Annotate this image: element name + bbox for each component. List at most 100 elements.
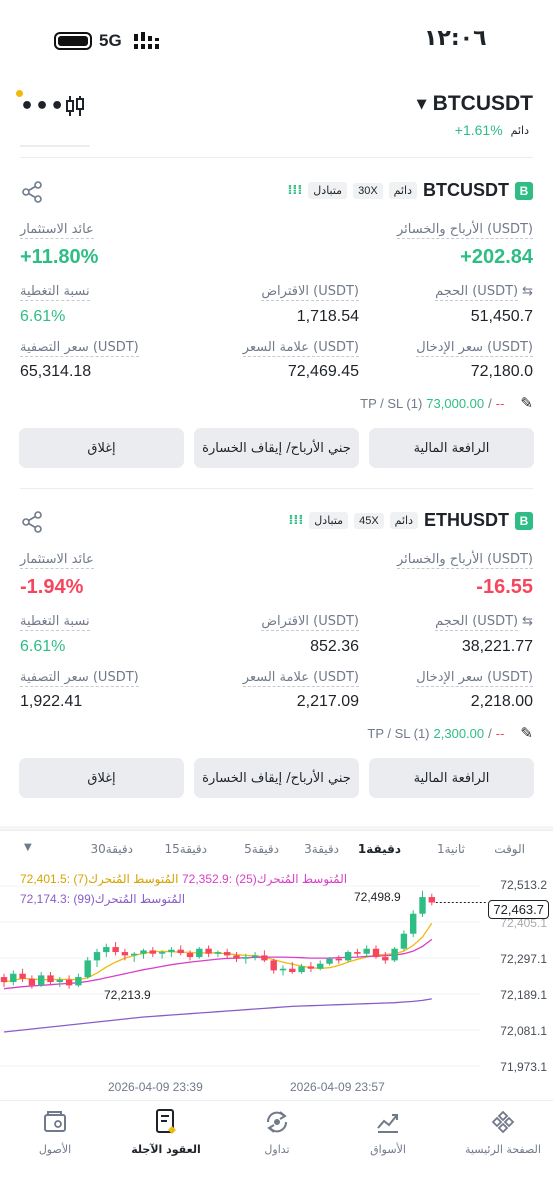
- candle-body: [289, 968, 296, 973]
- perpetual-tag: دائم: [389, 512, 418, 529]
- mark-price-value: 2,217.09: [296, 693, 359, 710]
- exchange-tag: متبادل: [309, 512, 349, 529]
- bars-icon: ⁞⁞⁞: [287, 183, 303, 198]
- candle-body: [391, 948, 398, 961]
- tab-15m[interactable]: 15دقيقة: [165, 842, 208, 856]
- candle-body: [19, 973, 26, 979]
- current-price-tag[interactable]: 72,463.7: [488, 900, 549, 919]
- candlestick-icon[interactable]: [64, 94, 86, 118]
- margin-value: 852.36: [310, 638, 359, 655]
- tab-1s[interactable]: 1ثانية: [437, 842, 465, 856]
- tab-5m[interactable]: 5دقيقة: [244, 842, 279, 856]
- leverage-button[interactable]: الرافعة المالية: [369, 428, 534, 468]
- nav-trade[interactable]: تداول: [227, 1107, 327, 1156]
- share-icon[interactable]: [20, 510, 44, 534]
- symbol-selector[interactable]: ▼ BTCUSDT: [417, 92, 533, 116]
- candle-body: [270, 960, 277, 971]
- margin-ratio-value: 6.61%: [20, 638, 66, 655]
- nav-assets[interactable]: الأصول: [5, 1107, 105, 1156]
- tab-3m[interactable]: 3دقيقة: [304, 842, 339, 856]
- tab-1m[interactable]: 1دقيقة: [358, 842, 401, 856]
- nav-label: الصفحة الرئيسية: [465, 1143, 541, 1156]
- price-chart[interactable]: [0, 866, 553, 1100]
- candle-body: [47, 975, 54, 983]
- high-price-label: 72,498.9: [354, 890, 401, 904]
- roi-value: +11.80%: [20, 246, 99, 268]
- header-type: دائم: [510, 123, 529, 137]
- tpsl-row: TP / SL (1) 73,000.00 / -- ✎: [360, 394, 533, 412]
- candle-body: [279, 968, 287, 971]
- candle-body: [335, 958, 342, 961]
- size-label: الحجم (USDT): [435, 614, 519, 631]
- tpsl-button[interactable]: جني الأرباح/ إيقاف الخسارة: [194, 428, 359, 468]
- candle-body: [317, 963, 324, 969]
- margin-value: 1,718.54: [296, 308, 359, 325]
- candle-body: [251, 955, 259, 958]
- candle-body: [214, 952, 222, 954]
- mark-price-value: 72,469.45: [287, 363, 359, 380]
- status-time: ١٢:٠٦: [424, 26, 487, 51]
- margin-ratio-value: 6.61%: [20, 308, 66, 325]
- candle-body: [84, 960, 91, 978]
- close-button[interactable]: إغلاق: [19, 428, 184, 468]
- nav-label: تداول: [264, 1143, 290, 1156]
- pnl-label: الأرباح والخسائر (USDT): [397, 222, 533, 239]
- tpsl-row: TP / SL (1) 2,300.00 / -- ✎: [367, 724, 533, 742]
- candle-body: [121, 952, 129, 956]
- liq-price-label: سعر التصفية (USDT): [20, 670, 139, 687]
- liq-price-value: 65,314.18: [20, 363, 92, 380]
- nav-markets[interactable]: الأسواق: [338, 1107, 438, 1156]
- leverage-button[interactable]: الرافعة المالية: [369, 758, 534, 798]
- tab-30m[interactable]: 30دقيقة: [91, 842, 134, 856]
- pnl-value: +202.84: [460, 246, 533, 268]
- timeframe-dropdown-icon[interactable]: ▼: [24, 842, 32, 853]
- candle-body: [186, 953, 194, 958]
- margin-ratio-label: نسبة التغطية: [20, 284, 90, 301]
- nav-futures[interactable]: العقود الآجلة: [116, 1107, 216, 1156]
- y-axis-label: 72,297.1: [500, 952, 547, 966]
- candle-body: [93, 952, 101, 961]
- edit-icon[interactable]: ✎: [520, 394, 533, 412]
- edit-icon[interactable]: ✎: [520, 724, 533, 742]
- candle-body: [372, 948, 380, 958]
- chevron-down-icon: ▼: [416, 96, 427, 112]
- tp-value: 73,000.00: [426, 395, 485, 411]
- trade-icon: [266, 1111, 288, 1133]
- candle-body: [298, 966, 305, 973]
- futures-doc-icon: [156, 1109, 176, 1134]
- candle-body: [344, 952, 352, 961]
- candle-body: [65, 979, 73, 986]
- tpsl-button[interactable]: جني الأرباح/ إيقاف الخسارة: [194, 758, 359, 798]
- exchange-tag: متبادل: [308, 182, 348, 199]
- swap-icon[interactable]: ⇆: [522, 614, 533, 631]
- share-icon[interactable]: [20, 180, 44, 204]
- candle-body: [168, 949, 175, 953]
- sl-value: --: [495, 725, 505, 741]
- candle-body: [428, 897, 435, 903]
- liq-price-label: سعر التصفية (USDT): [20, 340, 139, 357]
- candle-body: [28, 978, 36, 986]
- candle-body: [196, 948, 203, 958]
- ma-line-2: [3, 998, 432, 1033]
- y-axis-label: 72,189.1: [500, 988, 547, 1002]
- candle-body: [56, 979, 63, 983]
- tab-time[interactable]: الوقت: [494, 842, 525, 856]
- candle-body: [38, 975, 45, 986]
- candle-body: [0, 977, 8, 983]
- leverage-tag: 45X: [354, 512, 384, 529]
- network-label: 5G: [99, 31, 122, 50]
- entry-price-value: 2,218.00: [470, 693, 533, 710]
- close-button[interactable]: إغلاق: [19, 758, 184, 798]
- nav-home[interactable]: الصفحة الرئيسية: [453, 1107, 553, 1156]
- underline-tab: [20, 145, 90, 147]
- more-icon[interactable]: •••: [20, 94, 65, 119]
- nav-label: الأسواق: [370, 1143, 406, 1156]
- candle-body: [410, 913, 417, 934]
- candle-body: [382, 957, 389, 961]
- candle-body: [205, 948, 212, 954]
- roi-label: عائد الاستثمار: [20, 552, 94, 569]
- position-card-btc: ⁞⁞⁞ متبادل 30X دائم BTCUSDT B عائد الاست…: [0, 160, 553, 470]
- candle-body: [103, 947, 110, 953]
- swap-icon[interactable]: ⇆: [522, 284, 533, 301]
- divider: [20, 157, 533, 158]
